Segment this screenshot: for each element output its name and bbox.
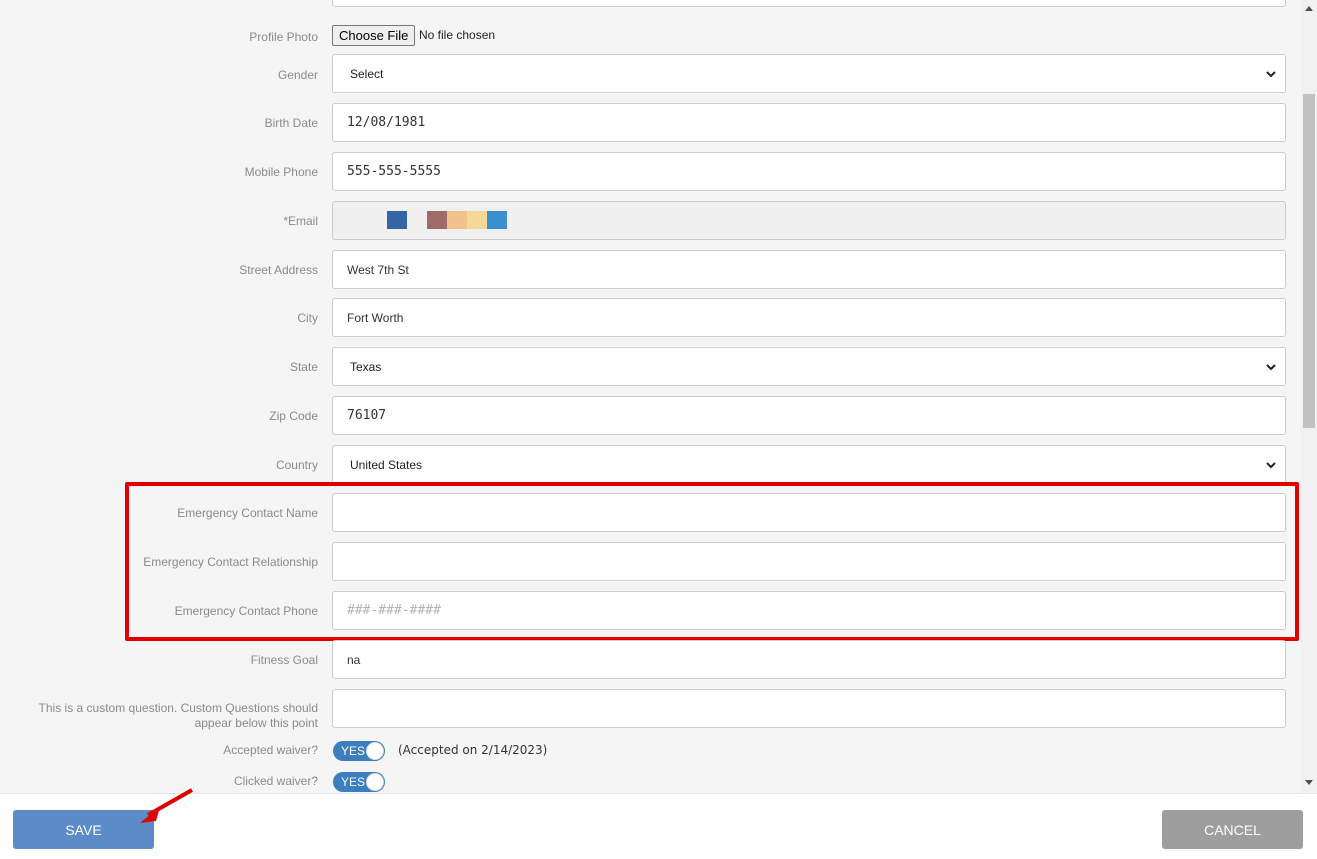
state-select[interactable]: Texas [332, 347, 1286, 386]
redacted-swatch [467, 211, 487, 229]
fitness-goal-label: Fitness Goal [250, 653, 318, 667]
previous-field[interactable] [332, 0, 1286, 7]
email-field[interactable] [332, 201, 1286, 240]
accepted-waiver-toggle[interactable]: YES [333, 741, 385, 761]
zip-code-value: 76107 [347, 408, 387, 423]
chevron-down-icon [1266, 461, 1276, 468]
state-value: Texas [350, 359, 382, 374]
mobile-phone-value: 555-555-5555 [347, 164, 441, 179]
choose-file-button[interactable]: Choose File [332, 25, 416, 46]
gender-value: Select [350, 66, 384, 81]
email-label: *Email [283, 214, 318, 228]
profile-form: Profile Photo Choose File No file chosen… [0, 0, 1301, 793]
scroll-up-arrow-icon[interactable] [1305, 6, 1313, 11]
street-address-value: West 7th St [347, 262, 409, 277]
chevron-down-icon [1266, 70, 1276, 77]
accepted-waiver-note: (Accepted on 2/14/2023) [398, 743, 548, 757]
street-address-input[interactable]: West 7th St [332, 250, 1286, 289]
city-label: City [297, 311, 318, 325]
zip-code-input[interactable]: 76107 [332, 396, 1286, 435]
gender-label: Gender [277, 68, 318, 82]
country-label: Country [275, 458, 318, 472]
redacted-swatch [387, 211, 407, 229]
zip-code-label: Zip Code [269, 409, 318, 423]
redacted-swatch [447, 211, 467, 229]
toggle-knob [366, 773, 384, 791]
city-value: Fort Worth [347, 310, 404, 325]
scroll-down-arrow-icon[interactable] [1305, 780, 1313, 785]
custom-question-label: This is a custom question. Custom Questi… [0, 701, 318, 731]
scrollbar-thumb[interactable] [1303, 94, 1315, 428]
redacted-swatch [427, 211, 447, 229]
redacted-swatch [487, 211, 507, 229]
file-status: No file chosen [419, 28, 496, 42]
country-select[interactable]: United States [332, 445, 1286, 484]
custom-question-input[interactable] [332, 689, 1286, 728]
clicked-waiver-toggle[interactable]: YES [333, 772, 385, 792]
birth-date-input[interactable]: 12/08/1981 [332, 103, 1286, 142]
mobile-phone-input[interactable]: 555-555-5555 [332, 152, 1286, 191]
birth-date-value: 12/08/1981 [347, 115, 426, 130]
custom-question-line1: This is a custom question. Custom Questi… [38, 701, 318, 715]
vertical-scrollbar[interactable] [1301, 0, 1317, 793]
fitness-goal-value: na [347, 652, 361, 667]
accepted-waiver-label: Accepted waiver? [223, 743, 318, 757]
profile-photo-label: Profile Photo [249, 30, 318, 44]
street-address-label: Street Address [239, 263, 318, 277]
country-value: United States [350, 457, 423, 472]
gender-select[interactable]: Select [332, 54, 1286, 93]
birth-date-label: Birth Date [264, 116, 318, 130]
custom-question-line2: appear below this point [194, 716, 318, 730]
mobile-phone-label: Mobile Phone [244, 165, 318, 179]
highlight-box [125, 482, 1299, 641]
annotation-arrow-icon [140, 788, 193, 823]
state-label: State [289, 360, 318, 374]
fitness-goal-input[interactable]: na [332, 640, 1286, 679]
city-input[interactable]: Fort Worth [332, 298, 1286, 337]
chevron-down-icon [1266, 363, 1276, 370]
cancel-button[interactable]: CANCEL [1162, 810, 1303, 849]
toggle-knob [366, 742, 384, 760]
accepted-waiver-toggle-text: YES [341, 744, 366, 758]
clicked-waiver-toggle-text: YES [341, 775, 366, 789]
